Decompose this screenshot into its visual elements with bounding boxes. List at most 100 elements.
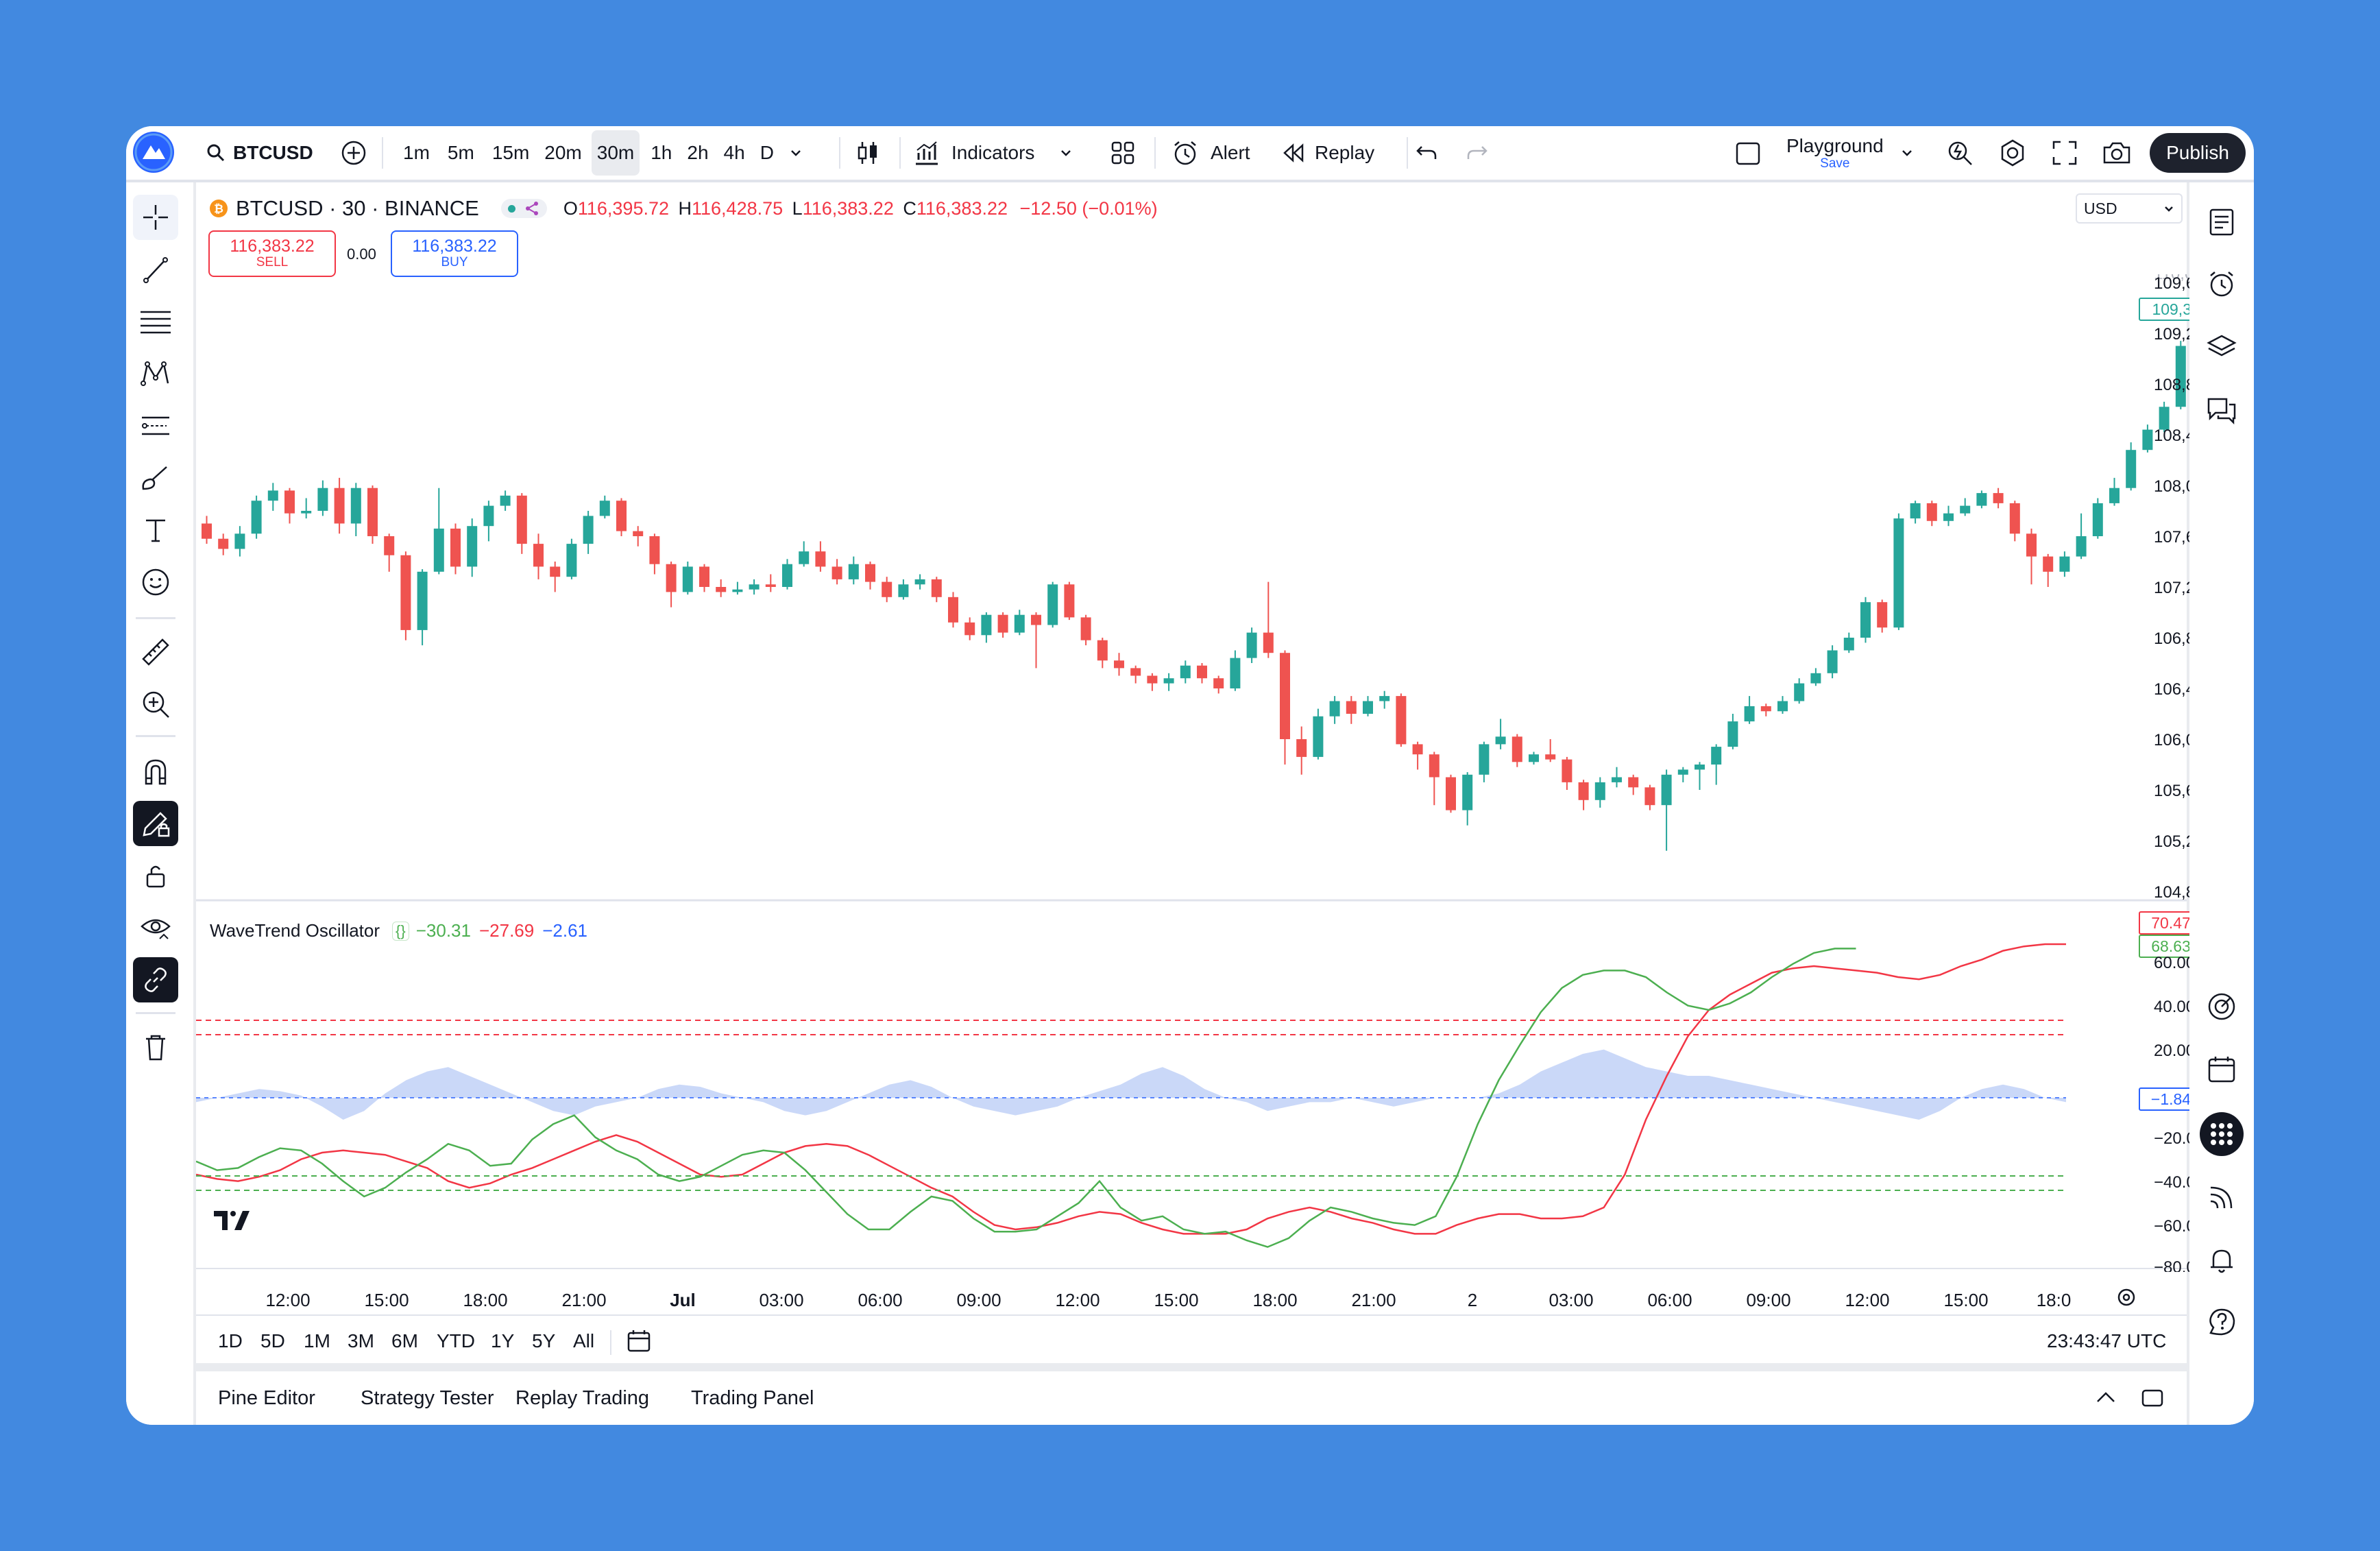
fullscreen-button[interactable] xyxy=(2051,133,2078,173)
candle xyxy=(1677,767,1688,782)
candle xyxy=(533,533,544,579)
remove-drawings-tool[interactable] xyxy=(133,1024,178,1070)
maximize-panel-button[interactable] xyxy=(2140,1385,2165,1413)
range-3m[interactable]: 3M xyxy=(348,1330,374,1352)
wavetrend-series xyxy=(196,943,2066,1248)
candle xyxy=(2043,553,2054,587)
tf-1m[interactable]: 1m xyxy=(399,142,434,164)
drawing-mode-tool[interactable] xyxy=(133,801,178,846)
tab-replay-trading[interactable]: Replay Trading xyxy=(515,1371,649,1425)
tf-d[interactable]: D xyxy=(756,142,778,164)
brush-icon xyxy=(142,466,167,490)
help-button[interactable] xyxy=(2200,1300,2244,1344)
candle xyxy=(1777,696,1788,714)
goto-date-button[interactable] xyxy=(625,1327,653,1358)
templates-button[interactable] xyxy=(1110,133,1135,173)
indicators-button[interactable]: Indicators xyxy=(913,133,1073,173)
source-code-icon[interactable]: {} xyxy=(392,921,409,941)
notifications-button[interactable] xyxy=(2200,1238,2244,1282)
grid-icon xyxy=(1111,141,1134,165)
ruler-tool[interactable] xyxy=(133,629,178,675)
snapshot-button[interactable] xyxy=(2102,133,2132,173)
candle xyxy=(699,564,709,592)
signals-button[interactable] xyxy=(2200,985,2244,1029)
text-tool[interactable] xyxy=(133,507,178,553)
candle-series xyxy=(202,341,2186,851)
range-1y[interactable]: 1Y xyxy=(491,1330,514,1352)
symbol-legend[interactable]: ₿ BTCUSD · 30 · BINANCE O116,395.72 H116… xyxy=(208,196,1158,221)
tf-15m[interactable]: 15m xyxy=(488,142,533,164)
candle xyxy=(1114,653,1124,676)
candle xyxy=(1197,663,1207,684)
symbol-search[interactable]: BTCUSD xyxy=(206,133,313,173)
emoji-tool[interactable] xyxy=(133,560,178,605)
prediction-tool[interactable] xyxy=(133,403,178,448)
replay-button[interactable]: Replay xyxy=(1282,133,1374,173)
range-1d[interactable]: 1D xyxy=(218,1330,243,1352)
ruler-icon xyxy=(142,638,169,666)
chevron-down-icon[interactable] xyxy=(789,146,803,160)
redo-button[interactable] xyxy=(1466,133,1489,173)
undo-button[interactable] xyxy=(1415,133,1438,173)
candle xyxy=(2092,498,2103,539)
chevron-down-icon[interactable] xyxy=(1900,146,1914,160)
range-1m[interactable]: 1M xyxy=(304,1330,330,1352)
range-5d[interactable]: 5D xyxy=(260,1330,285,1352)
tf-1h[interactable]: 1h xyxy=(646,142,676,164)
settings-button[interactable] xyxy=(1997,133,2028,173)
tab-strategy-tester[interactable]: Strategy Tester xyxy=(361,1371,494,1425)
visibility-tool[interactable] xyxy=(133,905,178,950)
lock-tool[interactable] xyxy=(133,853,178,898)
range-6m[interactable]: 6M xyxy=(391,1330,418,1352)
buy-button[interactable]: 116,383.22 BUY xyxy=(391,230,518,277)
brush-tool[interactable] xyxy=(133,455,178,501)
watchlist-button[interactable] xyxy=(2200,200,2244,244)
zoom-tool[interactable] xyxy=(133,682,178,727)
market-status[interactable] xyxy=(500,199,547,218)
publish-button[interactable]: Publish xyxy=(2150,133,2246,173)
object-tree-button[interactable] xyxy=(2200,325,2244,369)
candle xyxy=(234,526,245,557)
crosshair-tool[interactable] xyxy=(133,195,178,240)
tab-trading-panel[interactable]: Trading Panel xyxy=(691,1371,814,1425)
streams-button[interactable] xyxy=(2200,1175,2244,1219)
tab-pine-editor[interactable]: Pine Editor xyxy=(218,1371,315,1425)
calendar-button[interactable] xyxy=(2200,1048,2244,1092)
chats-button[interactable] xyxy=(2200,388,2244,432)
magnet-tool[interactable] xyxy=(133,749,178,794)
fib-tool[interactable] xyxy=(133,299,178,344)
trend-line-tool[interactable] xyxy=(133,247,178,292)
range-all[interactable]: All xyxy=(573,1330,594,1352)
alerts-button[interactable] xyxy=(2200,262,2244,306)
range-5y[interactable]: 5Y xyxy=(532,1330,555,1352)
products-button[interactable] xyxy=(2200,1112,2244,1156)
tf-5m[interactable]: 5m xyxy=(444,142,478,164)
axis-settings-button[interactable] xyxy=(2115,1286,2137,1312)
tf-2h[interactable]: 2h xyxy=(683,142,712,164)
tf-30m[interactable]: 30m xyxy=(591,130,640,176)
currency-select[interactable]: USD xyxy=(2076,193,2183,224)
indicator-legend[interactable]: WaveTrend Oscillator {} −30.31 −27.69 −2… xyxy=(210,920,587,941)
pattern-tool[interactable] xyxy=(133,351,178,396)
chevron-down-icon[interactable] xyxy=(1059,146,1073,160)
candle xyxy=(1130,665,1141,684)
candle xyxy=(914,574,925,590)
compare-symbol-button[interactable] xyxy=(340,133,367,173)
right-toolbar xyxy=(2189,182,2254,1425)
time-label: 12:00 xyxy=(265,1290,311,1310)
alert-button[interactable]: Alert xyxy=(1171,133,1250,173)
magnifier-lightning-icon xyxy=(1948,141,1972,165)
quick-search-button[interactable] xyxy=(1945,133,1974,173)
chart-canvas[interactable] xyxy=(196,182,2187,1363)
clock[interactable]: 23:43:47 UTC xyxy=(2047,1330,2166,1352)
range-ytd[interactable]: YTD xyxy=(437,1330,475,1352)
tf-4h[interactable]: 4h xyxy=(720,142,749,164)
tf-20m[interactable]: 20m xyxy=(540,142,585,164)
collapse-panel-button[interactable] xyxy=(2093,1385,2118,1413)
symbol-label: BTCUSD xyxy=(233,142,313,163)
chart-type-button[interactable] xyxy=(855,133,880,173)
app-logo[interactable] xyxy=(133,132,174,173)
layout-button[interactable]: Playground Save xyxy=(1734,133,1914,173)
sell-button[interactable]: 116,383.22 SELL xyxy=(208,230,336,277)
sync-tool[interactable] xyxy=(133,957,178,1002)
